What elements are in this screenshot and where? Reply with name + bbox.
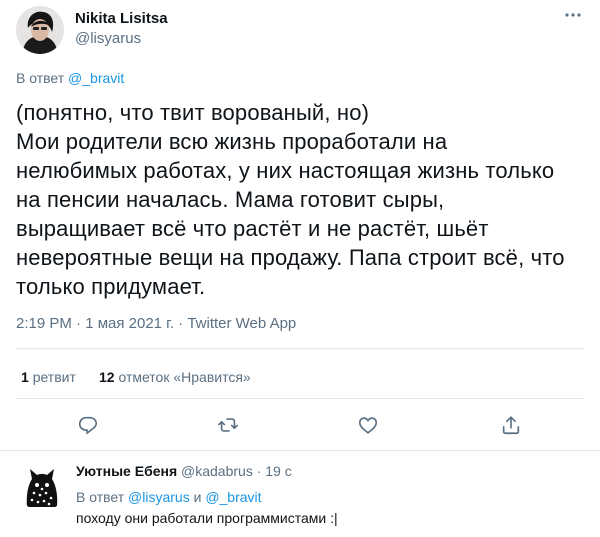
reply-text: походу они работали программистами :| bbox=[76, 510, 338, 526]
divider bbox=[16, 398, 584, 399]
reply-header: Уютные Ебеня @kadabrus · 19 с bbox=[76, 463, 292, 479]
author-handle[interactable]: @lisyarus bbox=[75, 30, 141, 47]
retweets-count: 1 bbox=[21, 369, 29, 385]
reply-author-avatar[interactable] bbox=[18, 463, 66, 511]
divider bbox=[16, 348, 584, 349]
tweet-text-line: только придумает. bbox=[16, 274, 206, 299]
reply-context: В ответ @_bravit bbox=[16, 70, 124, 86]
share-icon bbox=[502, 416, 520, 435]
reply-prefix: В ответ bbox=[16, 70, 65, 86]
reply-context: В ответ @lisyarus и @_bravit bbox=[76, 489, 262, 505]
avatar-image bbox=[18, 463, 66, 511]
avatar-image bbox=[16, 6, 64, 54]
author-avatar[interactable] bbox=[16, 6, 64, 54]
tweet-stats: 1 ретвит bbox=[21, 369, 76, 385]
reply-author-name[interactable]: Уютные Ебеня bbox=[76, 463, 177, 479]
reply-to-link-2[interactable]: @_bravit bbox=[205, 489, 261, 505]
reply-author-handle[interactable]: @kadabrus bbox=[181, 463, 253, 479]
reply-button[interactable] bbox=[71, 411, 105, 439]
retweet-icon bbox=[218, 418, 238, 432]
tweet-text-line: невероятные вещи на продажу. Папа строит… bbox=[16, 245, 565, 270]
reply-prefix: В ответ bbox=[76, 489, 125, 505]
tweet-text-line: Мои родители всю жизнь проработали на bbox=[16, 129, 448, 154]
retweets-stat[interactable]: 1 ретвит bbox=[21, 369, 76, 385]
divider bbox=[0, 450, 600, 451]
share-button[interactable] bbox=[494, 411, 528, 439]
tweet-text-line: выращивает всё что растёт и не растёт, ш… bbox=[16, 216, 489, 241]
reply-time[interactable]: · 19 с bbox=[257, 463, 292, 479]
tweet-text-line: на пенсии началась. Мама готовит сыры, bbox=[16, 187, 445, 212]
likes-count: 12 bbox=[99, 369, 115, 385]
like-icon bbox=[358, 417, 378, 434]
retweets-label: ретвит bbox=[32, 369, 76, 385]
author-name[interactable]: Nikita Lisitsa bbox=[75, 10, 168, 27]
tweet-timestamp[interactable]: 2:19 PM · 1 мая 2021 г. · Twitter Web Ap… bbox=[16, 315, 296, 332]
likes-label: отметок «Нравится» bbox=[118, 369, 251, 385]
tweet-text-line: (понятно, что твит ворованый, но) bbox=[16, 100, 370, 125]
like-button[interactable] bbox=[351, 411, 385, 439]
reply-icon bbox=[78, 416, 98, 435]
reply-to-link-1[interactable]: @lisyarus bbox=[128, 489, 190, 505]
tweet-text: (понятно, что твит ворованый, но) Мои ро… bbox=[16, 98, 591, 301]
likes-stat[interactable]: 12 отметок «Нравится» bbox=[99, 369, 251, 385]
retweet-button[interactable] bbox=[211, 411, 245, 439]
reply-join: и bbox=[193, 489, 202, 505]
reply-to-link[interactable]: @_bravit bbox=[68, 70, 124, 86]
more-dots-icon[interactable] bbox=[564, 8, 582, 22]
tweet-text-line: нелюбимых работах, у них настоящая жизнь… bbox=[16, 158, 555, 183]
